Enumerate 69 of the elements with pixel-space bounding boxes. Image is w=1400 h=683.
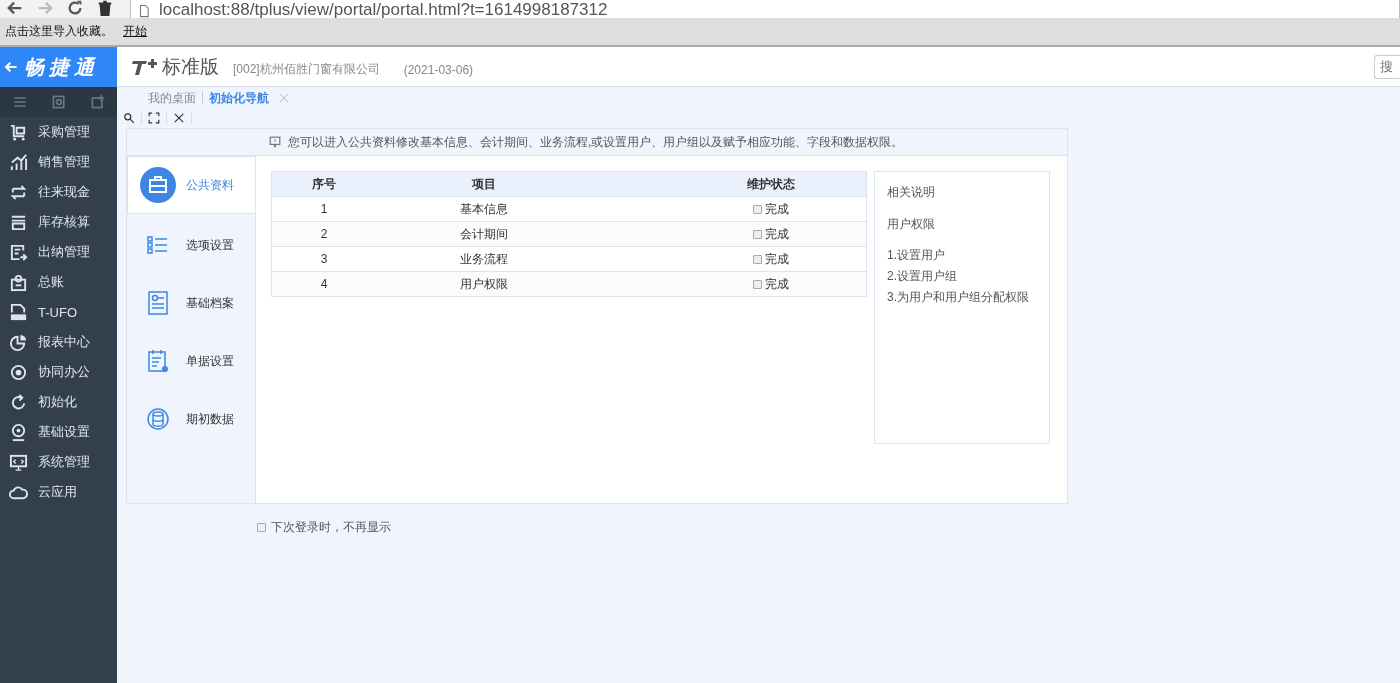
sidebar-item[interactable]: 库存核算 <box>0 207 117 237</box>
brand-logo: 畅捷通 <box>24 54 99 80</box>
sidebar-item[interactable]: 初始化 <box>0 387 117 417</box>
sidebar-item[interactable]: 销售管理 <box>0 147 117 177</box>
company-name: [002]杭州佰胜门窗有限公司 <box>233 61 380 78</box>
menu-icon[interactable] <box>11 94 28 110</box>
checkbox[interactable] <box>752 279 762 289</box>
sidebar-item[interactable]: 总账 <box>0 267 117 297</box>
bookmark-link[interactable]: 开始 <box>123 23 147 40</box>
chart-icon <box>9 152 28 172</box>
nav-item[interactable]: 期初数据 <box>127 390 255 448</box>
nav-item[interactable]: 单据设置 <box>127 332 255 390</box>
column-header: 项目 <box>376 171 592 197</box>
sidebar-item[interactable]: 报表中心 <box>0 327 117 357</box>
info-subtitle: 用户权限 <box>887 216 936 233</box>
status-label: 完成 <box>764 276 789 291</box>
nav-item[interactable]: 公共资料 <box>127 156 255 214</box>
checkbox-label: 下次登录时，不再显示 <box>271 519 391 536</box>
info-title: 相关说明 <box>887 184 936 201</box>
nav-item[interactable]: 选项设置 <box>127 216 255 274</box>
checkbox[interactable] <box>752 204 762 214</box>
sidebar-item[interactable]: 基础设置 <box>0 417 117 447</box>
pie-chart-icon <box>9 332 28 352</box>
column-header: 维护状态 <box>592 171 867 197</box>
forward-arrow-icon[interactable] <box>36 0 54 17</box>
t-plus-logo-icon <box>131 56 158 77</box>
nav-item[interactable]: 基础档案 <box>127 274 255 332</box>
notice-text: 您可以进入公共资料修改基本信息、会计期间、业务流程,或设置用户、用户组以及赋予相应功能、字段和数据权限。 <box>288 133 904 151</box>
trash-icon[interactable] <box>96 0 114 17</box>
info-step: 2.设置用户组 <box>887 268 1037 285</box>
checkbox[interactable] <box>752 254 762 264</box>
page-icon <box>137 3 151 18</box>
info-step: 3.为用户和用户组分配权限 <box>887 289 1037 306</box>
login-date: (2021-03-06) <box>403 62 474 77</box>
add-window-icon[interactable] <box>89 94 106 110</box>
bookmark-link[interactable]: 点击这里导入收藏。 <box>5 23 113 40</box>
sidebar-item[interactable]: 协同办公 <box>0 357 117 387</box>
sidebar-item[interactable]: 采购管理 <box>0 117 117 147</box>
back-arrow-icon <box>4 60 18 74</box>
table-cell: 4 <box>271 271 376 297</box>
status-label: 完成 <box>764 201 789 216</box>
back-arrow-icon[interactable] <box>6 0 24 17</box>
sidebar-item[interactable]: 往来现金 <box>0 177 117 207</box>
search-field[interactable]: 搜 <box>1374 54 1400 79</box>
sidebar-item[interactable]: 出纳管理 <box>0 237 117 267</box>
table-cell: 2 <box>271 221 376 247</box>
reload-icon[interactable] <box>66 0 84 17</box>
checkbox[interactable] <box>257 523 266 532</box>
sidebar-item[interactable]: 系统管理 <box>0 447 117 477</box>
logo-bar[interactable]: 畅捷通 <box>0 47 117 87</box>
table-cell: 会计期间 <box>376 221 592 247</box>
status-label: 完成 <box>764 251 789 266</box>
briefcase-icon <box>140 167 176 203</box>
table-cell: 用户权限 <box>376 271 592 297</box>
target-icon <box>9 362 28 382</box>
refresh-icon <box>9 392 28 412</box>
sidebar-item[interactable]: 云应用 <box>0 477 117 507</box>
webcam-icon <box>9 422 28 442</box>
column-header: 序号 <box>271 171 376 197</box>
cart-icon <box>9 122 28 142</box>
monitor-code-icon <box>9 452 28 472</box>
address-bar[interactable]: localhost:88/tplus/view/portal/portal.html?t=1614998187312 <box>130 0 1400 18</box>
message-icon <box>269 136 281 148</box>
checkbox[interactable] <box>752 229 762 239</box>
product-name: 标准版 <box>162 54 219 79</box>
status-label: 完成 <box>764 226 789 241</box>
sidebar-item[interactable]: T-UFO <box>0 297 117 327</box>
document-arrow-icon <box>9 242 28 262</box>
info-step: 1.设置用户 <box>887 247 1037 264</box>
